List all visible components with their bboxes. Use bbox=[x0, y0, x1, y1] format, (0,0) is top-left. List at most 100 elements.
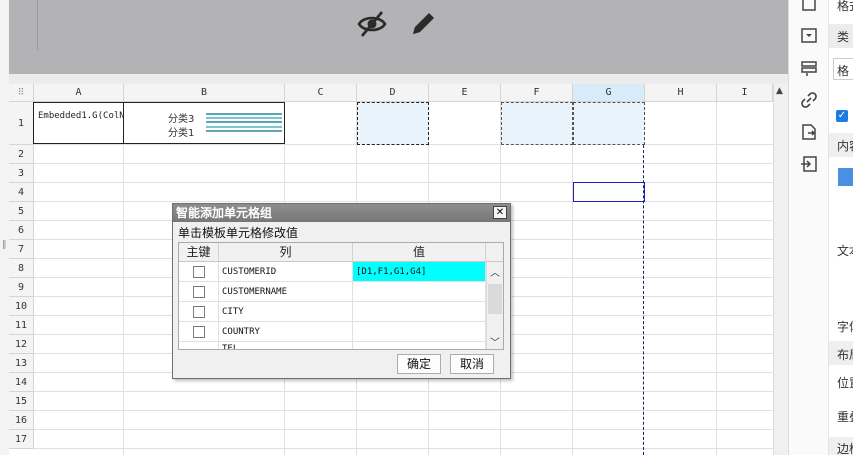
collapse-grip-icon[interactable]: ‖ bbox=[2, 240, 7, 250]
smart-add-cell-group-dialog: 智能添加单元格组 ✕ 单击模板单元格修改值 主键 列 值 CUSTOMERID … bbox=[172, 203, 511, 379]
panel-tab-format[interactable]: 格式 bbox=[837, 0, 853, 14]
row-header-2[interactable]: 2 bbox=[9, 145, 34, 164]
row-header-14[interactable]: 14 bbox=[9, 373, 34, 392]
column-header-g[interactable]: G bbox=[573, 84, 645, 102]
table-row-5-value[interactable] bbox=[353, 342, 486, 349]
row-header-6[interactable]: 6 bbox=[9, 221, 34, 240]
row-header-10[interactable]: 10 bbox=[9, 297, 34, 316]
grid-line bbox=[34, 448, 773, 449]
layer-attribute-icon[interactable] bbox=[799, 58, 819, 78]
row-header-8[interactable]: 8 bbox=[9, 259, 34, 278]
primary-key-checkbox[interactable] bbox=[193, 266, 205, 278]
header-value: 值 bbox=[353, 243, 486, 262]
panel-border-label: 边框 bbox=[837, 442, 853, 455]
pencil-icon[interactable] bbox=[407, 8, 439, 40]
scrollbar-thumb[interactable] bbox=[488, 284, 502, 314]
row-header-4[interactable]: 4 bbox=[9, 183, 34, 202]
panel-type-label: 类 bbox=[837, 30, 850, 44]
column-value-table[interactable]: 主键 列 值 CUSTOMERID [D1,F1,G1,G4] CUSTOMER… bbox=[178, 242, 504, 350]
cell-g1-selected[interactable] bbox=[573, 102, 645, 145]
table-row-5-key bbox=[179, 342, 219, 349]
chevron-down-icon[interactable]: ﹀ bbox=[490, 334, 500, 349]
row-header-17[interactable]: 17 bbox=[9, 430, 34, 449]
eye-slash-icon[interactable] bbox=[356, 8, 388, 40]
right-side-toolbar bbox=[788, 0, 828, 455]
column-header-d[interactable]: D bbox=[357, 84, 429, 102]
chevron-up-icon[interactable]: ︿ bbox=[490, 264, 500, 279]
row-header-15[interactable]: 15 bbox=[9, 392, 34, 411]
grid-line bbox=[34, 391, 773, 392]
grid-line bbox=[716, 102, 717, 455]
row-header-13[interactable]: 13 bbox=[9, 354, 34, 373]
sheet-vertical-scrollbar[interactable]: ▲ bbox=[773, 84, 788, 455]
table-row-5-column: TEL bbox=[219, 342, 353, 349]
primary-key-checkbox[interactable] bbox=[193, 326, 205, 338]
column-header-e[interactable]: E bbox=[429, 84, 501, 102]
header-primary-key: 主键 bbox=[179, 243, 219, 262]
row-header-7[interactable]: 7 bbox=[9, 240, 34, 259]
panel-checkbox-checked[interactable]: ✓ bbox=[836, 110, 848, 122]
panel-text-label: 文本 bbox=[837, 244, 853, 258]
grid-line bbox=[34, 182, 773, 183]
grid-line bbox=[34, 163, 773, 164]
cell-g4-active[interactable] bbox=[573, 182, 645, 202]
table-row-3-value[interactable] bbox=[353, 302, 486, 322]
header-column: 列 bbox=[219, 243, 353, 262]
scroll-up-icon[interactable]: ▲ bbox=[776, 86, 783, 96]
condition-attribute-icon[interactable] bbox=[799, 122, 819, 142]
cell-element-icon[interactable] bbox=[799, 0, 819, 16]
cell-b1-chart[interactable]: 分类3 分类1 bbox=[123, 102, 285, 144]
table-row-1-key bbox=[179, 262, 219, 282]
table-row-1-value[interactable]: [D1,F1,G1,G4] bbox=[353, 262, 486, 282]
close-icon[interactable]: ✕ bbox=[493, 206, 507, 219]
row-header-11[interactable]: 11 bbox=[9, 316, 34, 335]
column-header-f[interactable]: F bbox=[501, 84, 573, 102]
ok-button[interactable]: 确定 bbox=[397, 354, 441, 374]
column-header-h[interactable]: H bbox=[645, 84, 717, 102]
grid-line bbox=[572, 102, 573, 455]
panel-overlap-label: 重叠 bbox=[837, 410, 853, 424]
row-header-5[interactable]: 5 bbox=[9, 202, 34, 221]
table-row-3-key bbox=[179, 302, 219, 322]
row-header-9[interactable]: 9 bbox=[9, 278, 34, 297]
cancel-button[interactable]: 取消 bbox=[450, 354, 494, 374]
panel-font-label: 字体 bbox=[837, 320, 853, 334]
grid-line bbox=[34, 201, 773, 202]
column-header-c[interactable]: C bbox=[285, 84, 357, 102]
row-header-3[interactable]: 3 bbox=[9, 164, 34, 183]
grid-line bbox=[34, 429, 773, 430]
grid-line bbox=[34, 410, 773, 411]
cell-d1-selected[interactable] bbox=[357, 102, 429, 145]
hyperlink-icon[interactable] bbox=[799, 90, 819, 110]
dialog-hint-text: 单击模板单元格修改值 bbox=[178, 226, 299, 240]
header-spacer bbox=[486, 243, 503, 262]
dialog-title[interactable]: 智能添加单元格组 bbox=[173, 204, 510, 222]
dropdown-attribute-icon[interactable] bbox=[799, 26, 819, 46]
cell-a1[interactable]: Embedded1.G(ColName1) bbox=[33, 102, 152, 144]
preview-toolbar bbox=[9, 0, 788, 74]
panel-position-label: 位置 bbox=[837, 376, 853, 390]
preview-divider bbox=[37, 0, 38, 50]
row-header-12[interactable]: 12 bbox=[9, 335, 34, 354]
select-all-corner[interactable]: ⠿ bbox=[9, 84, 34, 102]
primary-key-checkbox[interactable] bbox=[193, 306, 205, 318]
column-header-b[interactable]: B bbox=[124, 84, 285, 102]
import-icon[interactable] bbox=[799, 154, 819, 174]
column-header-i[interactable]: I bbox=[717, 84, 773, 102]
table-row-2-column: CUSTOMERNAME bbox=[219, 282, 353, 302]
column-header-a[interactable]: A bbox=[34, 84, 124, 102]
table-row-3-column: CITY bbox=[219, 302, 353, 322]
category-3-label: 分类3 bbox=[168, 114, 195, 125]
cell-a1-text: Embedded1.G(ColName1) bbox=[38, 111, 152, 121]
table-vertical-scrollbar[interactable]: ︿ ﹀ bbox=[486, 262, 503, 349]
table-row-4-value[interactable] bbox=[353, 322, 486, 342]
panel-format-label: 格 bbox=[837, 64, 850, 78]
panel-color-swatch[interactable] bbox=[838, 168, 853, 186]
table-row-2-key bbox=[179, 282, 219, 302]
table-row-2-value[interactable] bbox=[353, 282, 486, 302]
row-header-16[interactable]: 16 bbox=[9, 411, 34, 430]
row-header-1[interactable]: 1 bbox=[9, 102, 34, 145]
table-row-4-column: COUNTRY bbox=[219, 322, 353, 342]
cell-f1-selected[interactable] bbox=[501, 102, 573, 145]
primary-key-checkbox[interactable] bbox=[193, 286, 205, 298]
